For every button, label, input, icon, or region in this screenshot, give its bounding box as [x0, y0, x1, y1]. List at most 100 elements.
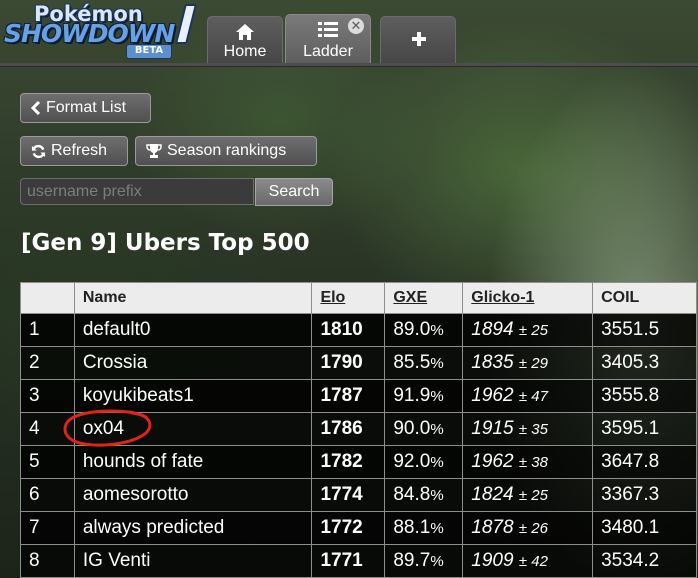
- glicko-value: 1824: [471, 484, 514, 505]
- deviation-value: 29: [531, 355, 548, 372]
- plus-minus-sign: ±: [518, 487, 528, 504]
- pokemon-showdown-logo[interactable]: Pokémon SHOWDOWN BETA: [4, 2, 204, 60]
- chevron-left-icon: [31, 101, 41, 115]
- page-title: [Gen 9] Ubers Top 500: [21, 230, 310, 256]
- gxe-sort-link[interactable]: GXE: [393, 289, 427, 306]
- deviation-value: 35: [531, 421, 548, 438]
- top-header: Pokémon SHOWDOWN BETA Home Ladder ✕: [0, 0, 698, 66]
- table-row: 6 aomesorotto 1774 84.8% 1824 ± 25 3367.3: [20, 478, 697, 512]
- glicko-value: 1915: [471, 418, 514, 439]
- table-row: 2 Crossia 1790 85.5% 1835 ± 29 3405.3: [20, 346, 697, 380]
- percent-sign: %: [430, 322, 444, 339]
- gxe-header[interactable]: GXE: [384, 282, 464, 314]
- player-name-link[interactable]: hounds of fate: [73, 445, 313, 479]
- format-list-label: Format List: [46, 99, 127, 116]
- glicko-value: 1909: [471, 550, 514, 571]
- gxe-cell: 85.5%: [384, 346, 464, 380]
- name-header: Name: [73, 282, 313, 314]
- percent-sign: %: [430, 553, 444, 570]
- rank-cell: 7: [20, 511, 75, 545]
- percent-sign: %: [430, 388, 444, 405]
- deviation-value: 38: [531, 454, 548, 471]
- search-button[interactable]: Search: [255, 178, 333, 206]
- rank-cell: 2: [20, 346, 75, 380]
- glicko-deviation: ± 29: [519, 355, 548, 372]
- glicko-deviation: ± 35: [519, 421, 548, 438]
- ladder-table: Name Elo GXE Glicko-1 COIL 1 default0 1810…: [20, 282, 697, 578]
- refresh-label: Refresh: [51, 142, 108, 159]
- percent-sign: %: [430, 520, 444, 537]
- rank-cell: 6: [20, 478, 75, 512]
- glicko-deviation: ± 26: [519, 520, 548, 537]
- table-header-row: Name Elo GXE Glicko-1 COIL: [20, 282, 697, 314]
- glicko-deviation: ± 25: [519, 322, 548, 339]
- glicko-cell: 1835 ± 29: [462, 346, 594, 380]
- table-row: 7 always predicted 1772 88.1% 1878 ± 26 3480.…: [20, 511, 697, 545]
- ladder-body: 1 default0 1810 89.0% 1894 ± 25 3551.5 2 Crossi…: [20, 313, 697, 578]
- player-name-link[interactable]: always predicted: [73, 511, 313, 545]
- percent-sign: %: [430, 421, 444, 438]
- tab-home[interactable]: Home: [207, 16, 283, 64]
- elo-cell: 1787: [311, 379, 386, 413]
- plus-minus-sign: ±: [518, 553, 528, 570]
- glicko-cell: 1915 ± 35: [462, 412, 594, 446]
- deviation-value: 25: [531, 487, 548, 504]
- elo-cell: 1772: [311, 511, 386, 545]
- player-name-link[interactable]: ox04: [73, 412, 313, 446]
- glicko-cell: 1824 ± 25: [462, 478, 594, 512]
- gxe-value: 88.1: [393, 517, 431, 538]
- close-icon[interactable]: ✕: [348, 18, 364, 34]
- gxe-cell: 89.0%: [384, 313, 464, 347]
- glicko-cell: 1894 ± 25: [462, 313, 594, 347]
- home-icon: [236, 24, 254, 40]
- gxe-cell: 91.9%: [384, 379, 464, 413]
- gxe-cell: 88.1%: [384, 511, 464, 545]
- username-prefix-input[interactable]: [20, 178, 254, 205]
- refresh-icon: [31, 144, 46, 158]
- glicko-header[interactable]: Glicko-1: [462, 282, 594, 314]
- glicko-value: 1962: [471, 385, 514, 406]
- table-row: 4 ox04 1786 90.0% 1915 ± 35 3595.1: [20, 412, 697, 446]
- gxe-cell: 92.0%: [384, 445, 464, 479]
- gxe-value: 84.8: [393, 484, 431, 505]
- coil-cell: 3551.5: [592, 313, 697, 347]
- table-row: 5 hounds of fate 1782 92.0% 1962 ± 38 3647.8: [20, 445, 697, 479]
- logo-exclamation-icon: [175, 4, 197, 44]
- gxe-value: 91.9: [393, 385, 431, 406]
- gxe-value: 92.0: [393, 451, 431, 472]
- glicko-cell: 1909 ± 42: [462, 544, 594, 578]
- rank-cell: 4: [20, 412, 75, 446]
- deviation-value: 25: [531, 322, 548, 339]
- coil-cell: 3480.1: [592, 511, 697, 545]
- player-name-link[interactable]: Crossia: [73, 346, 313, 380]
- player-name-link[interactable]: koyukibeats1: [73, 379, 313, 413]
- elo-sort-link[interactable]: Elo: [320, 289, 345, 306]
- deviation-value: 42: [531, 553, 548, 570]
- glicko-value: 1962: [471, 451, 514, 472]
- elo-cell: 1782: [311, 445, 386, 479]
- rank-header: [20, 282, 75, 314]
- list-icon: [318, 22, 338, 37]
- tab-ladder[interactable]: Ladder ✕: [285, 14, 371, 66]
- player-name-link[interactable]: default0: [73, 313, 313, 347]
- player-name-link[interactable]: IG Venti: [73, 544, 313, 578]
- season-rankings-label: Season rankings: [167, 142, 287, 159]
- glicko-cell: 1962 ± 47: [462, 379, 594, 413]
- glicko-deviation: ± 42: [519, 553, 548, 570]
- elo-cell: 1786: [311, 412, 386, 446]
- new-tab-button[interactable]: [380, 16, 456, 64]
- glicko-value: 1878: [471, 517, 514, 538]
- gxe-cell: 84.8%: [384, 478, 464, 512]
- player-name-link[interactable]: aomesorotto: [73, 478, 313, 512]
- rank-cell: 1: [20, 313, 75, 347]
- format-list-button[interactable]: Format List: [20, 93, 151, 123]
- elo-cell: 1790: [311, 346, 386, 380]
- elo-header[interactable]: Elo: [311, 282, 386, 314]
- refresh-button[interactable]: Refresh: [20, 136, 128, 166]
- coil-header: COIL: [592, 282, 697, 314]
- header-divider: [0, 63, 698, 67]
- season-rankings-button[interactable]: Season rankings: [135, 136, 317, 166]
- glicko-sort-link[interactable]: Glicko-1: [471, 289, 534, 306]
- plus-minus-sign: ±: [518, 454, 528, 471]
- plus-minus-sign: ±: [518, 322, 528, 339]
